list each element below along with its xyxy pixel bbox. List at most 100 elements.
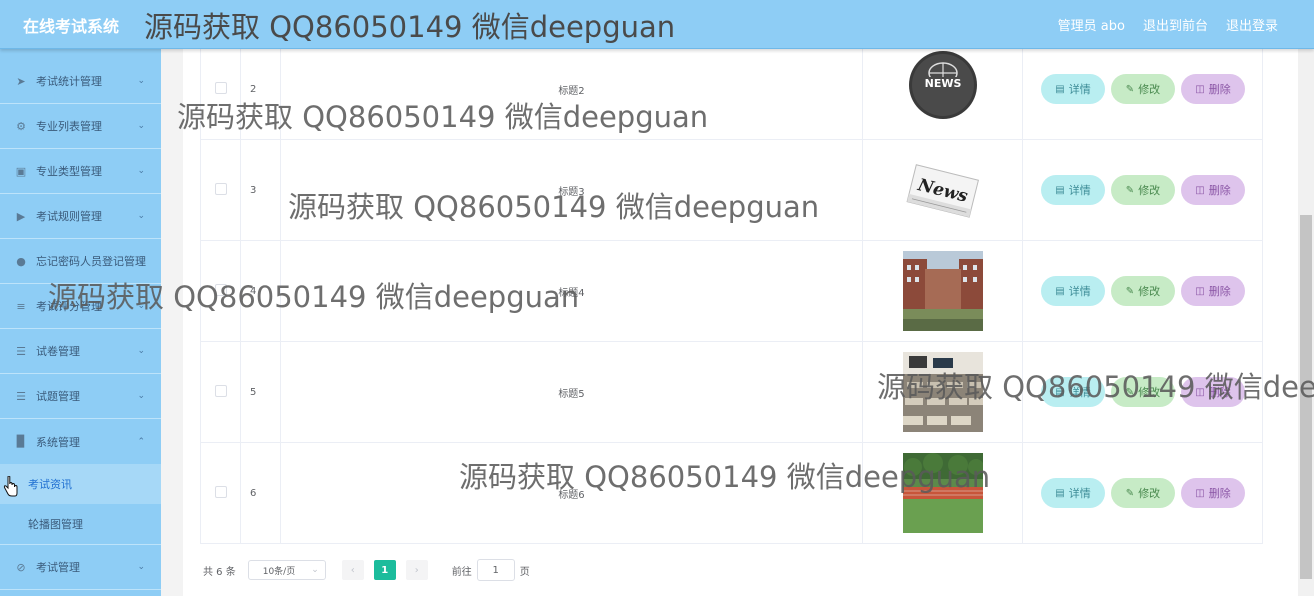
- row-index: 5: [240, 341, 281, 443]
- detail-button-label: 详情: [1068, 386, 1091, 399]
- edit-button-label: 修改: [1138, 386, 1161, 399]
- delete-button-label: 删除: [1208, 386, 1231, 399]
- row-image-cell: NEWS: [862, 38, 1023, 140]
- document-icon: ▤: [1055, 487, 1065, 499]
- edit-button[interactable]: ✎ 修改: [1111, 478, 1175, 508]
- goto-page-input[interactable]: 1: [476, 559, 515, 581]
- row-checkbox-cell: [200, 442, 241, 544]
- row-index: 3: [240, 139, 281, 241]
- edit-button[interactable]: ✎ 修改: [1111, 74, 1175, 104]
- row-index: 2: [240, 38, 281, 140]
- row-checkbox-cell: [200, 341, 241, 443]
- document-icon: ▤: [1055, 83, 1065, 95]
- row-image-cell: News: [862, 139, 1023, 241]
- table-row: 5 标题5 ▤ 详情 ✎ 修改 ◫ 删除: [200, 341, 1263, 443]
- row-checkbox[interactable]: [214, 283, 227, 296]
- sidebar-item-exam-stats[interactable]: ➤ 考试统计管理 ⌄: [0, 59, 161, 104]
- row-checkbox-cell: [200, 240, 241, 342]
- delete-button[interactable]: ◫ 删除: [1181, 478, 1245, 508]
- document-icon: ▤: [1055, 285, 1065, 297]
- hand-cursor-icon: [3, 476, 18, 497]
- table-row: 6 标题6 ▤ 详情 ✎ 修改 ◫ 删除: [200, 442, 1263, 544]
- pencil-icon: ✎: [1125, 285, 1135, 297]
- row-title: 标题4: [280, 240, 863, 342]
- sidebar-item-major-list[interactable]: ⚙ 专业列表管理 ⌄: [0, 104, 161, 149]
- logout-link[interactable]: 退出登录: [1226, 15, 1278, 34]
- row-checkbox[interactable]: [214, 81, 227, 94]
- chevron-down-icon: ⌄: [311, 565, 319, 575]
- delete-button[interactable]: ◫ 删除: [1181, 276, 1245, 306]
- detail-button-label: 详情: [1068, 184, 1091, 197]
- prev-page-button[interactable]: ‹: [341, 560, 364, 580]
- back-to-frontend-link[interactable]: 退出到前台: [1143, 15, 1208, 34]
- pencil-icon: ✎: [1125, 487, 1135, 499]
- detail-button[interactable]: ▤ 详情: [1041, 74, 1105, 104]
- row-title: 标题6: [280, 442, 863, 544]
- detail-button[interactable]: ▤ 详情: [1041, 175, 1105, 205]
- detail-button[interactable]: ▤ 详情: [1041, 377, 1105, 407]
- edit-button[interactable]: ✎ 修改: [1111, 276, 1175, 306]
- top-header: 在线考试系统 管理员 abo 退出到前台 退出登录: [0, 0, 1314, 49]
- page-number-current[interactable]: 1: [373, 560, 396, 580]
- sidebar-item-system[interactable]: ▉ 系统管理 ⌃: [0, 419, 161, 464]
- sidebar-item-label: 忘记密码人员登记管理: [36, 255, 146, 268]
- chevron-down-icon: ⌄: [137, 256, 145, 266]
- classroom-photo: [902, 352, 983, 432]
- sidebar-item-exam-scoring[interactable]: ≡ 考试评分管理 ⌄: [0, 284, 161, 329]
- detail-button-label: 详情: [1068, 83, 1091, 96]
- edit-button[interactable]: ✎ 修改: [1111, 175, 1175, 205]
- sidebar: ➤ 考试统计管理 ⌄ ⚙ 专业列表管理 ⌄ ▣ 专业类型管理 ⌄ ▶ 考试规则管…: [0, 49, 161, 596]
- delete-button[interactable]: ◫ 删除: [1181, 74, 1245, 104]
- row-title: 标题5: [280, 341, 863, 443]
- sports-track-photo: [902, 453, 983, 533]
- sidebar-item-papers[interactable]: ☰ 试卷管理 ⌄: [0, 329, 161, 374]
- document-icon: ▤: [1055, 184, 1065, 196]
- delete-button-label: 删除: [1208, 83, 1231, 96]
- sidebar-item-label: 考试评分管理: [36, 300, 102, 313]
- sidebar-item-exam-rules[interactable]: ▶ 考试规则管理 ⌄: [0, 194, 161, 239]
- next-page-button[interactable]: ›: [405, 560, 428, 580]
- bell-off-icon: ⊘: [16, 560, 26, 574]
- chevron-down-icon: ⌄: [137, 301, 145, 311]
- row-image-cell: [862, 442, 1023, 544]
- detail-button[interactable]: ▤ 详情: [1041, 478, 1105, 508]
- pencil-icon: ✎: [1125, 386, 1135, 398]
- sidebar-subitem-exam-news[interactable]: 考试资讯: [0, 464, 161, 504]
- sidebar-subitem-carousel[interactable]: 轮播图管理: [0, 504, 161, 545]
- row-index: 6: [240, 442, 281, 544]
- row-checkbox[interactable]: [214, 384, 227, 397]
- page-size-select[interactable]: 10条/页 ⌄: [247, 560, 326, 580]
- delete-button-label: 删除: [1208, 285, 1231, 298]
- list-icon: ☰: [16, 344, 26, 358]
- admin-user-link[interactable]: 管理员 abo: [1058, 15, 1125, 34]
- sidebar-item-forgot-password[interactable]: ● 忘记密码人员登记管理 ⌄: [0, 239, 161, 284]
- row-actions: ▤ 详情 ✎ 修改 ◫ 删除: [1022, 442, 1263, 544]
- edit-button-label: 修改: [1138, 83, 1161, 96]
- app-logo: 在线考试系统: [23, 17, 120, 36]
- table-row: 4 标题4 ▤ 详情 ✎ 修改 ◫ 删除: [200, 240, 1263, 342]
- chevron-down-icon: ⌄: [137, 166, 145, 176]
- sidebar-item-label: 考试规则管理: [36, 210, 102, 223]
- chevron-down-icon: ⌄: [137, 562, 145, 572]
- sidebar-item-major-type[interactable]: ▣ 专业类型管理 ⌄: [0, 149, 161, 194]
- detail-button[interactable]: ▤ 详情: [1041, 276, 1105, 306]
- row-checkbox[interactable]: [214, 485, 227, 498]
- row-checkbox[interactable]: [214, 182, 227, 195]
- detail-button-label: 详情: [1068, 487, 1091, 500]
- trash-icon: ◫: [1195, 386, 1205, 398]
- svg-text:NEWS: NEWS: [924, 77, 961, 90]
- table-row: 3 标题3 News ▤ 详情 ✎ 修改 ◫ 删除: [200, 139, 1263, 241]
- scrollbar-thumb[interactable]: [1300, 215, 1312, 579]
- edit-button[interactable]: ✎ 修改: [1111, 377, 1175, 407]
- sidebar-item-questions[interactable]: ☰ 试题管理 ⌄: [0, 374, 161, 419]
- row-actions: ▤ 详情 ✎ 修改 ◫ 删除: [1022, 139, 1263, 241]
- list-icon: ☰: [16, 389, 26, 403]
- chevron-down-icon: ⌄: [137, 76, 145, 86]
- row-image-cell: [862, 240, 1023, 342]
- sidebar-item-label: 试卷管理: [36, 345, 80, 358]
- delete-button[interactable]: ◫ 删除: [1181, 175, 1245, 205]
- sidebar-item-exam-manage[interactable]: ⊘ 考试管理 ⌄: [0, 545, 161, 590]
- delete-button[interactable]: ◫ 删除: [1181, 377, 1245, 407]
- sidebar-item-label: 试题管理: [36, 390, 80, 403]
- header-nav: 管理员 abo 退出到前台 退出登录: [1058, 15, 1278, 34]
